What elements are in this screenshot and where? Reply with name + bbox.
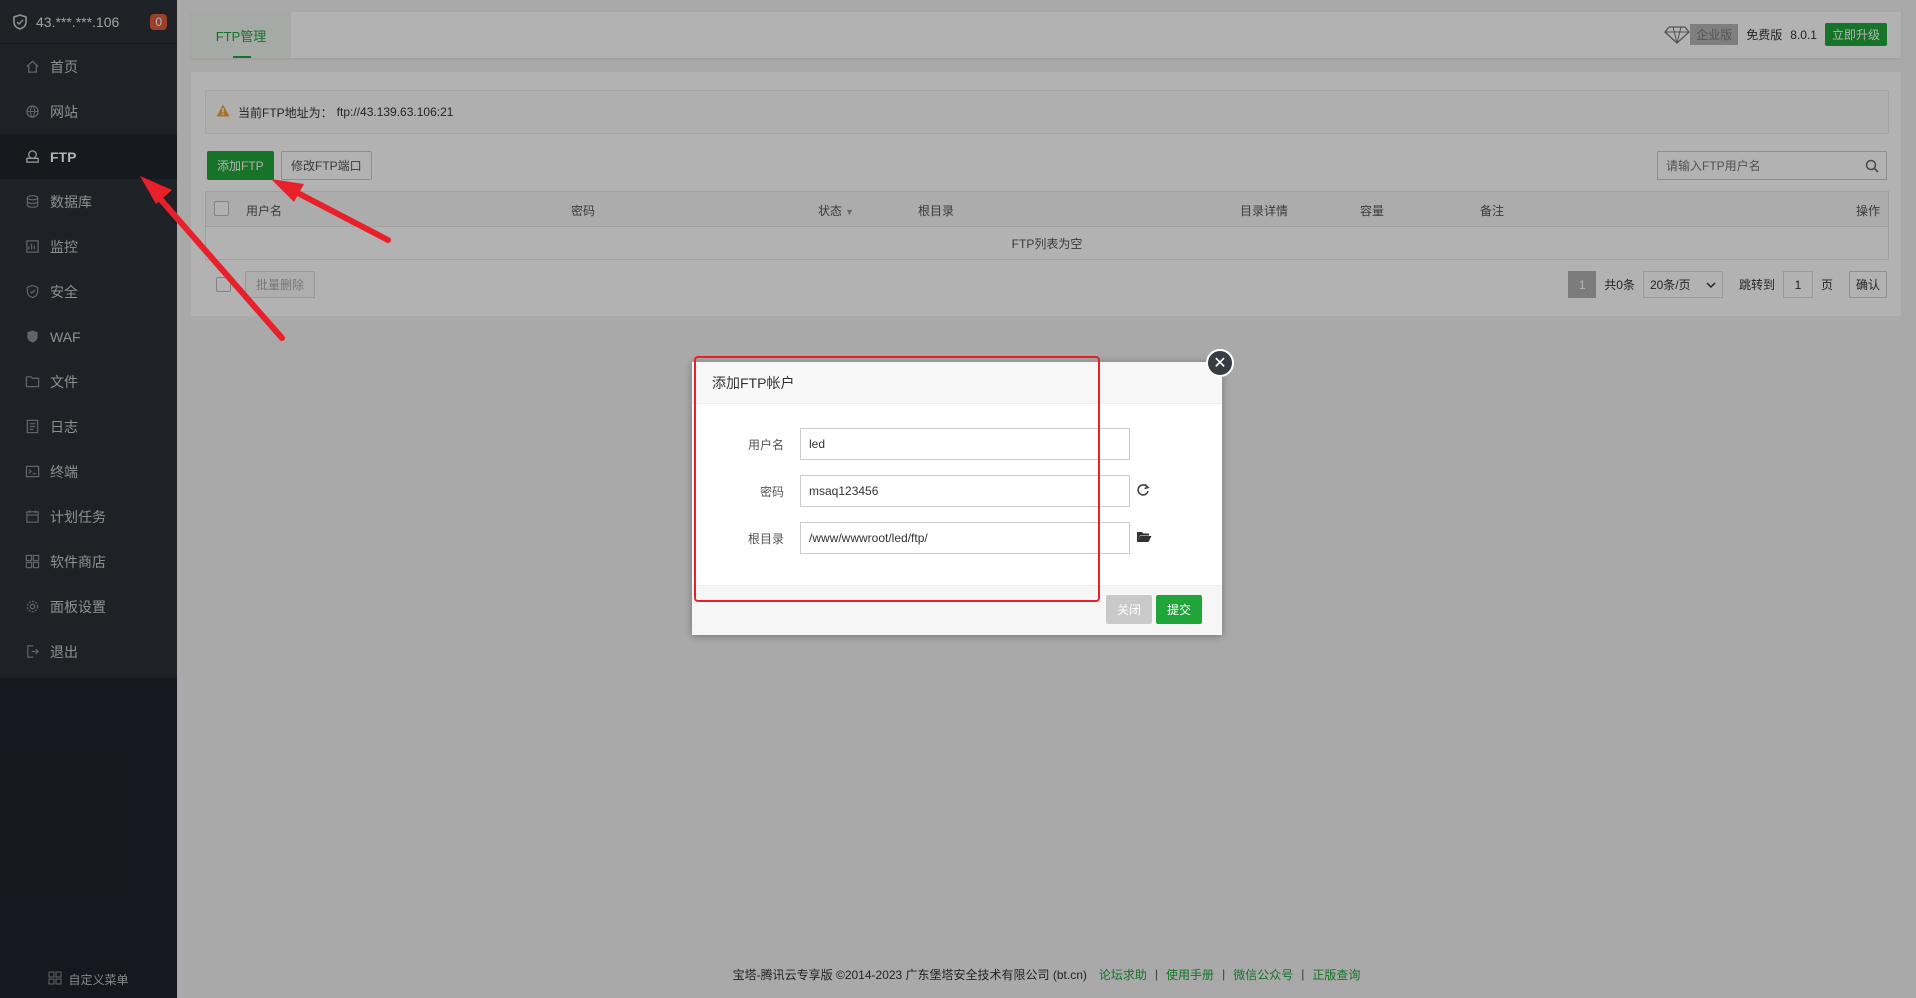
close-icon[interactable]: ✕ (1206, 349, 1234, 377)
folder-open-icon[interactable] (1136, 530, 1152, 546)
cancel-button[interactable]: 关闭 (1105, 595, 1152, 624)
highlight-box (694, 356, 1100, 602)
submit-button[interactable]: 提交 (1155, 595, 1202, 624)
refresh-icon[interactable] (1136, 483, 1150, 500)
